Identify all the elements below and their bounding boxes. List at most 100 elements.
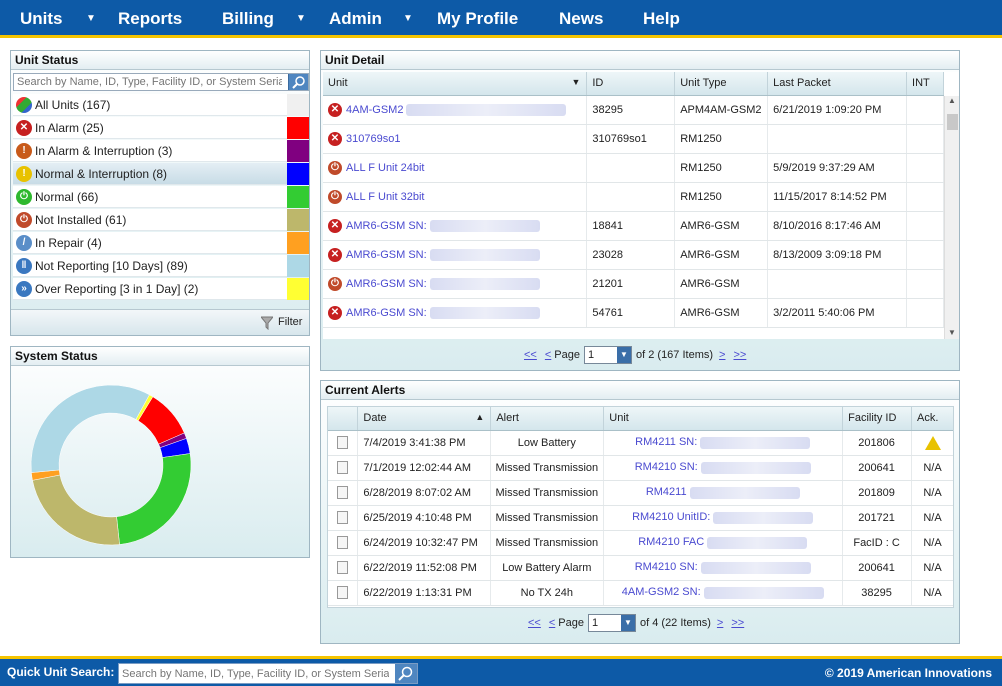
unit-status-row[interactable]: / In Repair (4): [13, 232, 309, 254]
unit-status-row[interactable]: ǁ Not Reporting [10 Days] (89): [13, 255, 309, 277]
search-icon[interactable]: [288, 74, 308, 90]
chevron-down-icon[interactable]: ▼: [403, 0, 413, 38]
unit-link[interactable]: ALL F Unit 32bit: [346, 190, 424, 202]
document-icon[interactable]: [336, 486, 348, 499]
unit-status-row[interactable]: ✕ In Alarm (25): [13, 117, 309, 139]
donut-slice-not-installed[interactable]: [32, 474, 120, 546]
unit-status-row[interactable]: ⏻ Normal (66): [13, 186, 309, 208]
unit-link[interactable]: RM4211: [646, 486, 687, 498]
chevron-down-icon[interactable]: ▼: [621, 615, 635, 632]
id-cell: [586, 153, 676, 183]
filter-button[interactable]: Filter: [278, 316, 302, 328]
nav-units[interactable]: Units: [20, 0, 63, 38]
unit-detail-scrollbar[interactable]: ▲ ▼: [944, 96, 959, 339]
table-row[interactable]: ✕ AMR6-GSM SN: 18841 AMR6-GSM 8/10/2016 8:17…: [323, 211, 944, 241]
unit-link[interactable]: RM4210 UnitID:: [632, 511, 710, 523]
table-row[interactable]: 6/24/2019 10:32:47 PM Missed Transmission…: [328, 530, 953, 556]
nav-my-profile[interactable]: My Profile: [437, 0, 518, 38]
document-icon[interactable]: [336, 561, 348, 574]
unit-type-cell: APM4AM-GSM2: [674, 95, 769, 125]
last-page-link[interactable]: >>: [733, 349, 746, 361]
table-row[interactable]: 6/25/2019 4:10:48 PM Missed Transmission R…: [328, 505, 953, 531]
col-date[interactable]: Date ▲: [357, 407, 492, 431]
last-page-link[interactable]: >>: [731, 617, 744, 629]
document-icon[interactable]: [336, 536, 348, 549]
sort-asc-icon[interactable]: ▲: [475, 412, 484, 422]
donut-slice-not-reporting-10-days-[interactable]: [30, 384, 150, 473]
search-icon[interactable]: [395, 664, 417, 683]
table-row[interactable]: ⏻ ALL F Unit 32bit RM1250 11/15/2017 8:14:5…: [323, 182, 944, 212]
nav-news[interactable]: News: [559, 0, 603, 38]
unit-status-row[interactable]: ! Normal & Interruption (8): [13, 163, 309, 185]
table-row[interactable]: ✕ 310769so1 310769so1 RM1250: [323, 124, 944, 154]
table-row[interactable]: ⏻ AMR6-GSM SN: 21201 AMR6-GSM: [323, 269, 944, 299]
unit-link[interactable]: RM4210 SN:: [635, 561, 698, 573]
chevron-down-icon[interactable]: ▼: [296, 0, 306, 38]
chevron-down-icon[interactable]: ▼: [617, 347, 631, 364]
unit-link[interactable]: AMR6-GSM SN:: [346, 248, 427, 260]
unit-link[interactable]: RM4210 SN:: [635, 461, 698, 473]
ack-value: N/A: [923, 536, 942, 549]
warning-icon[interactable]: [924, 435, 941, 450]
unit-status-row[interactable]: All Units (167): [13, 94, 309, 116]
unit-link[interactable]: 4AM-GSM2: [346, 103, 403, 115]
filter-icon[interactable]: [259, 316, 275, 333]
col-ack[interactable]: Ack.: [911, 407, 953, 431]
id-cell: 23028: [586, 240, 676, 270]
table-row[interactable]: 7/1/2019 12:02:44 AM Missed Transmission R…: [328, 455, 953, 481]
col-alert[interactable]: Alert: [490, 407, 605, 431]
table-row[interactable]: 7/4/2019 3:41:38 PM Low Battery RM4211 SN:…: [328, 430, 953, 456]
unit-status-row[interactable]: ⏻ Not Installed (61): [13, 209, 309, 231]
col-last-packet[interactable]: Last Packet: [767, 72, 908, 96]
table-row[interactable]: 6/22/2019 1:13:31 PM No TX 24h 4AM-GSM2 SN…: [328, 580, 953, 606]
nav-billing[interactable]: Billing: [222, 0, 274, 38]
table-row[interactable]: ✕ AMR6-GSM SN: 54761 AMR6-GSM 3/2/2011 5:40:…: [323, 298, 944, 328]
document-icon[interactable]: [336, 461, 348, 474]
table-row[interactable]: ✕ AMR6-GSM SN: 23028 AMR6-GSM 8/13/2009 3:09…: [323, 240, 944, 270]
unit-link[interactable]: 4AM-GSM2 SN:: [622, 586, 701, 598]
unit-link[interactable]: ALL F Unit 24bit: [346, 161, 424, 173]
table-row[interactable]: 6/22/2019 11:52:08 PM Low Battery Alarm RM…: [328, 555, 953, 581]
system-status-title: System Status: [11, 347, 309, 366]
first-page-link[interactable]: <<: [528, 617, 541, 629]
table-row[interactable]: ⏻ ALL F Unit 24bit RM1250 5/9/2019 9:37:29 …: [323, 153, 944, 183]
col-id[interactable]: ID: [586, 72, 676, 96]
col-facility-id[interactable]: Facility ID: [842, 407, 913, 431]
unit-link[interactable]: AMR6-GSM SN:: [346, 219, 427, 231]
unit-link[interactable]: AMR6-GSM SN:: [346, 277, 427, 289]
unit-cell: ✕ 310769so1: [323, 124, 588, 154]
donut-slice-normal[interactable]: [116, 453, 192, 545]
prev-page-link[interactable]: <: [549, 617, 555, 629]
unit-status-search-input[interactable]: [14, 74, 284, 90]
nav-admin[interactable]: Admin: [329, 0, 382, 38]
unit-status-row[interactable]: » Over Reporting [3 in 1 Day] (2): [13, 278, 309, 300]
unit-link[interactable]: RM4211 SN:: [635, 436, 697, 448]
document-icon[interactable]: [336, 436, 348, 449]
nav-reports[interactable]: Reports: [118, 0, 182, 38]
wrench-icon: /: [16, 235, 32, 251]
quick-unit-search-input[interactable]: [119, 664, 391, 683]
first-page-link[interactable]: <<: [524, 349, 537, 361]
col-alert-unit[interactable]: Unit: [603, 407, 844, 431]
document-icon[interactable]: [336, 586, 348, 599]
page-select[interactable]: 1 ▼: [584, 346, 632, 365]
unit-status-row[interactable]: ! In Alarm & Interruption (3): [13, 140, 309, 162]
unit-link[interactable]: 310769so1: [346, 132, 400, 144]
chevron-down-icon[interactable]: ▼: [86, 0, 96, 38]
scroll-thumb[interactable]: [947, 114, 958, 130]
col-unit-type[interactable]: Unit Type: [674, 72, 769, 96]
table-row[interactable]: 6/28/2019 8:07:02 AM Missed Transmission R…: [328, 480, 953, 506]
document-icon[interactable]: [336, 511, 348, 524]
col-unit[interactable]: Unit ▼: [323, 72, 588, 96]
sort-desc-icon[interactable]: ▼: [571, 77, 580, 87]
nav-help[interactable]: Help: [643, 0, 680, 38]
col-int[interactable]: INT: [906, 72, 944, 96]
unit-link[interactable]: RM4210 FAC: [638, 536, 704, 548]
next-page-link[interactable]: >: [719, 349, 725, 361]
next-page-link[interactable]: >: [717, 617, 723, 629]
page-select[interactable]: 1 ▼: [588, 614, 636, 633]
table-row[interactable]: ✕ 4AM-GSM2 38295 APM4AM-GSM2 6/21/2019 1:09:…: [323, 95, 944, 125]
prev-page-link[interactable]: <: [545, 349, 551, 361]
alert-unit-cell: 4AM-GSM2 SN:: [603, 580, 844, 606]
unit-link[interactable]: AMR6-GSM SN:: [346, 306, 427, 318]
